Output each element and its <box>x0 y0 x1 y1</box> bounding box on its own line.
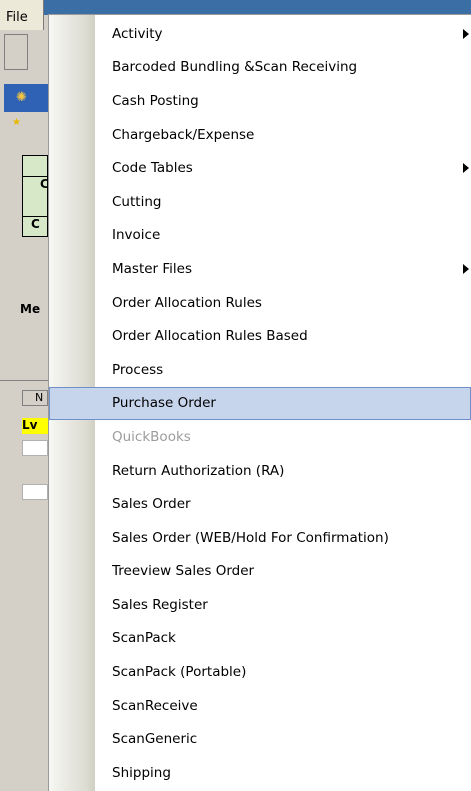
star-icon: ★ <box>12 117 21 128</box>
menu-item-label: Cash Posting <box>112 92 199 109</box>
menu-item-label: Return Authorization (RA) <box>112 462 285 479</box>
menu-item-master-files[interactable]: Master Files <box>49 252 471 286</box>
menu-item-return-authorization-ra[interactable]: Return Authorization (RA) <box>49 454 471 488</box>
menu-item-label: Cutting <box>112 193 162 210</box>
menu-item-label: Invoice <box>112 227 161 244</box>
grid-cell-2[interactable] <box>22 484 48 500</box>
menu-item-treeview-sales-order[interactable]: Treeview Sales Order <box>49 555 471 589</box>
background-window: ✺ ★ C C Me N Lv <box>0 0 48 791</box>
menu-item-label: Sales Register <box>112 596 208 613</box>
file-menu[interactable]: File <box>0 0 44 30</box>
menu-item-label: Order Allocation Rules <box>112 294 262 311</box>
menu-item-label: Code Tables <box>112 160 193 177</box>
menu-item-quickbooks: QuickBooks <box>49 420 471 454</box>
menu-item-code-tables[interactable]: Code Tables <box>49 151 471 185</box>
column-header[interactable]: N <box>22 390 48 406</box>
menu-item-sales-order[interactable]: Sales Order <box>49 487 471 521</box>
menu-item-cash-posting[interactable]: Cash Posting <box>49 84 471 118</box>
toolbar-strip <box>4 34 28 70</box>
menu-item-label: Purchase Order <box>112 395 216 412</box>
menu-item-order-allocation-rules-based[interactable]: Order Allocation Rules Based <box>49 319 471 353</box>
menu-item-label: Order Allocation Rules Based <box>112 328 308 345</box>
submenu-arrow-icon <box>463 263 469 274</box>
menu-bar <box>0 0 471 15</box>
menu-item-process[interactable]: Process <box>49 353 471 387</box>
menu-item-chargeback-expense[interactable]: Chargeback/Expense <box>49 118 471 152</box>
submenu-arrow-icon <box>463 163 469 174</box>
menu-item-purchase-order[interactable]: Purchase Order <box>49 386 471 421</box>
divider-line <box>0 380 48 381</box>
form-label: Me <box>20 302 41 316</box>
menu-item-label: ScanPack <box>112 630 176 647</box>
menu-item-label: ScanPack (Portable) <box>112 664 247 681</box>
menu-item-label: Master Files <box>112 260 193 277</box>
menu-item-shipping[interactable]: Shipping <box>49 756 471 790</box>
menu-item-label: Sales Order (WEB/Hold For Confirmation) <box>112 529 389 546</box>
menu-item-invoice[interactable]: Invoice <box>49 219 471 253</box>
menu-item-label: Chargeback/Expense <box>112 126 255 143</box>
panel-cell-2[interactable]: C <box>22 216 48 236</box>
menu-item-label: Sales Order <box>112 496 191 513</box>
menu-item-scanpack-portable[interactable]: ScanPack (Portable) <box>49 655 471 689</box>
menu-item-label: Treeview Sales Order <box>112 563 255 580</box>
menu-item-barcoded-bundling-scan-receiving[interactable]: Barcoded Bundling &Scan Receiving <box>49 51 471 85</box>
yellow-label: Lv <box>22 418 48 434</box>
panel-cell-1[interactable]: C <box>22 176 48 196</box>
menu-item-label: Barcoded Bundling &Scan Receiving <box>112 59 358 76</box>
menu-item-label: QuickBooks <box>112 428 191 445</box>
app-logo-icon: ✺ <box>16 90 27 105</box>
menu-item-label: Activity <box>112 25 163 42</box>
file-dropdown-menu: Activity Barcoded Bundling &Scan Receivin… <box>48 14 471 791</box>
menu-item-sales-register[interactable]: Sales Register <box>49 588 471 622</box>
menu-item-scanpack[interactable]: ScanPack <box>49 622 471 656</box>
menu-item-order-allocation-rules[interactable]: Order Allocation Rules <box>49 286 471 320</box>
title-tab: ✺ <box>4 84 48 112</box>
menu-items: Activity Barcoded Bundling &Scan Receivin… <box>49 17 471 790</box>
submenu-arrow-icon <box>463 28 469 39</box>
menu-item-scangeneric[interactable]: ScanGeneric <box>49 722 471 756</box>
menu-item-activity[interactable]: Activity <box>49 17 471 51</box>
menu-item-cutting[interactable]: Cutting <box>49 185 471 219</box>
menu-item-label: ScanGeneric <box>112 731 198 748</box>
menu-item-label: Shipping <box>112 764 171 781</box>
menu-item-sales-order-web-hold-for-confirmation[interactable]: Sales Order (WEB/Hold For Confirmation) <box>49 521 471 555</box>
menu-item-label: ScanReceive <box>112 697 198 714</box>
grid-cell-1[interactable] <box>22 440 48 456</box>
menu-item-label: Process <box>112 361 164 378</box>
menu-item-scanreceive[interactable]: ScanReceive <box>49 689 471 723</box>
